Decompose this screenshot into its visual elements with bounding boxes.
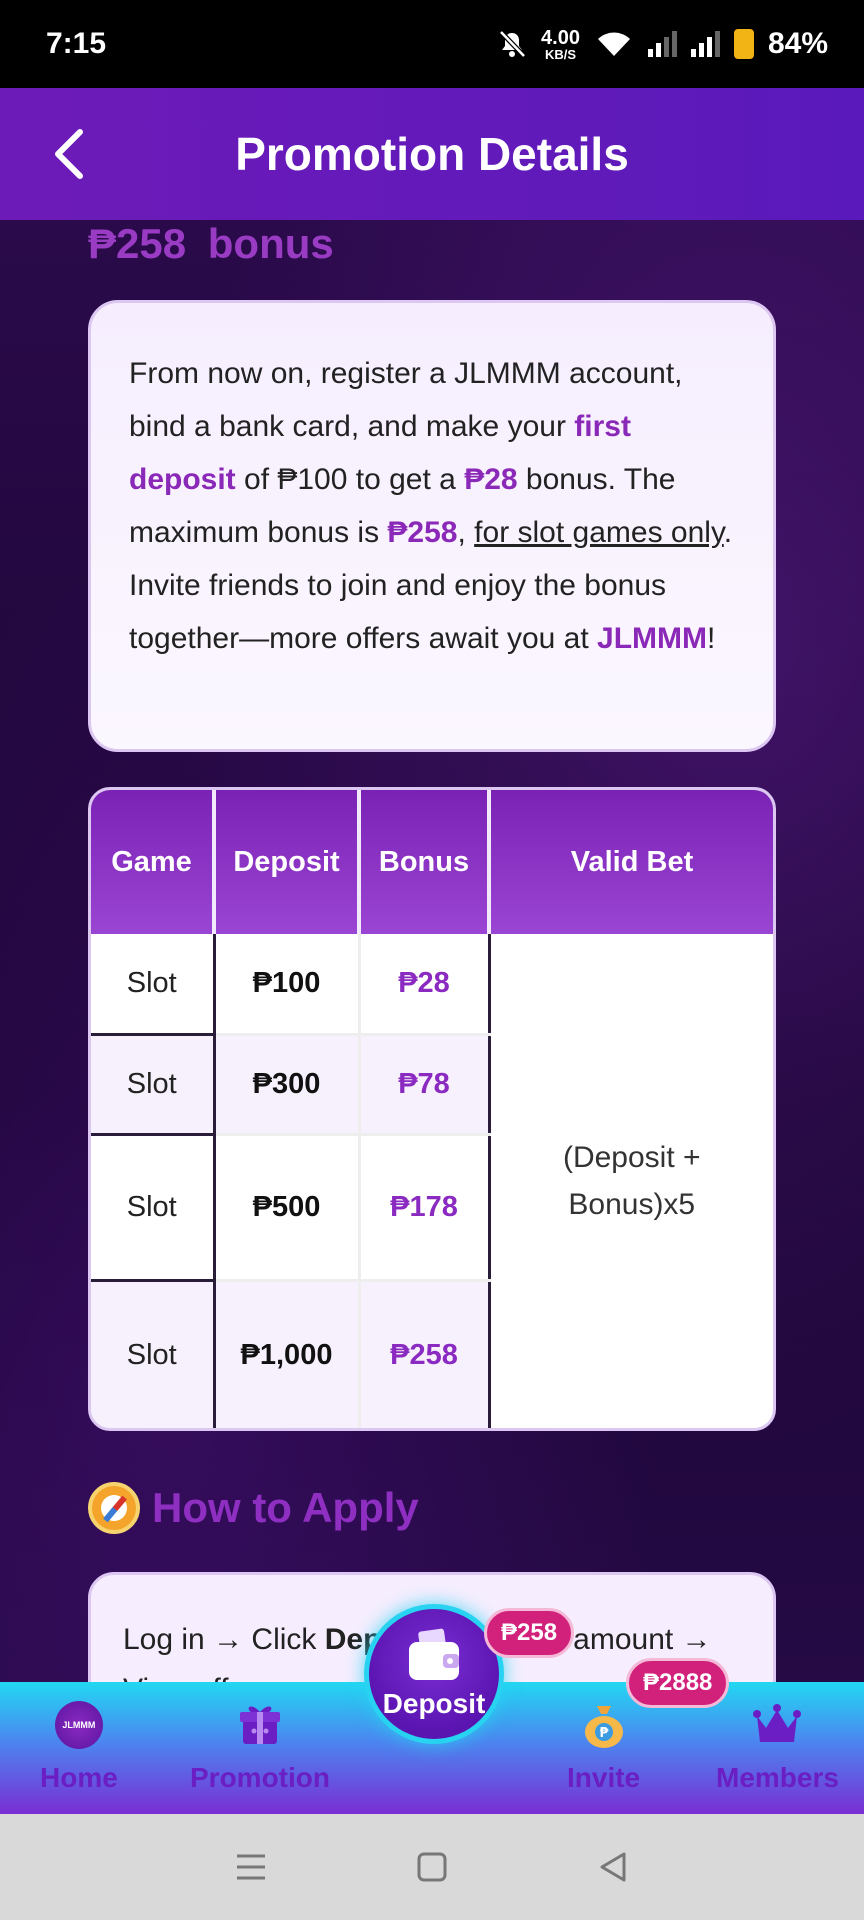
deposit-button[interactable]: Deposit: [364, 1604, 504, 1744]
status-icons: 4.00 KB/S 84%: [497, 27, 828, 61]
chevron-left-icon: [55, 129, 83, 179]
app-header: Promotion Details: [0, 88, 864, 220]
mute-bell-icon: [499, 30, 526, 58]
nav-home-label: Home: [40, 1762, 118, 1793]
system-navigation-bar: [0, 1814, 864, 1920]
deposit-label: Deposit: [382, 1688, 486, 1719]
how-to-apply-heading: How to Apply: [88, 1482, 419, 1534]
deposit-bonus-badge: ₱258: [484, 1608, 575, 1658]
valid-bet-cell: (Deposit + Bonus)x5: [562, 1141, 701, 1221]
column-header-game: Game: [91, 790, 216, 934]
apply-step-text: Log in → Click: [123, 1623, 325, 1656]
desc-text: of ₱100 to get a: [235, 463, 465, 496]
nav-invite-label: Invite: [567, 1762, 641, 1793]
wifi-icon: [597, 32, 630, 56]
bonus-cell: ₱28: [359, 934, 491, 1036]
deposit-cell: ₱100: [214, 934, 361, 1036]
slot-only-note: for slot games only: [474, 516, 724, 549]
column-header-valid-bet: Valid Bet: [489, 790, 773, 934]
bonus-table: Game Deposit Bonus Valid Bet Slot ₱100 ₱…: [88, 787, 776, 1431]
signal-icon: [647, 31, 677, 57]
apply-step-text: View offer: [123, 1673, 255, 1682]
nav-members[interactable]: Members: [716, 1696, 839, 1794]
crown-icon: [753, 1704, 802, 1742]
game-cell: Slot: [91, 1134, 216, 1282]
desc-text: ,: [457, 516, 475, 549]
invite-bonus-badge: ₱2888: [626, 1658, 730, 1708]
recent-apps-button[interactable]: [231, 1847, 271, 1887]
triangle-back-icon: [600, 1852, 626, 1882]
promotion-description-card: From now on, register a JLMMM account, b…: [88, 300, 776, 752]
bonus-cell: ₱78: [359, 1034, 491, 1136]
nav-invite[interactable]: ₱ Invite: [567, 1696, 640, 1794]
back-button[interactable]: [36, 122, 100, 186]
gift-icon: [240, 1706, 280, 1744]
table-row: Slot ₱100 ₱28 (Deposit + Bonus)x5: [91, 934, 773, 1221]
bonus-amount-highlight: ₱28: [464, 463, 518, 496]
net-speed: 4.00 KB/S: [541, 26, 580, 62]
wallet-icon: [409, 1628, 459, 1680]
signal-icon-2: [690, 31, 720, 57]
nav-promotion-label: Promotion: [190, 1762, 330, 1793]
deposit-cell: ₱300: [214, 1034, 361, 1136]
svg-text:₱: ₱: [599, 1726, 609, 1741]
menu-lines-icon: [236, 1854, 265, 1880]
column-header-deposit: Deposit: [214, 790, 361, 934]
battery-icon: [733, 29, 754, 59]
nav-promotion[interactable]: Promotion: [190, 1696, 330, 1794]
max-bonus-highlight: ₱258: [387, 516, 458, 549]
desc-text: !: [707, 622, 716, 655]
compass-icon: [88, 1482, 140, 1534]
deposit-cell: ₱500: [214, 1134, 361, 1282]
bonus-title: ₱258 bonus: [88, 220, 334, 267]
bonus-cell: ₱258: [359, 1280, 491, 1428]
brand-highlight: JLMMM: [597, 622, 708, 655]
deposit-cell: ₱1,000: [214, 1280, 361, 1428]
home-system-button[interactable]: [412, 1847, 452, 1887]
home-logo-icon: JLMMM: [54, 1701, 103, 1749]
square-icon: [417, 1852, 447, 1882]
back-system-button[interactable]: [593, 1847, 633, 1887]
bonus-cell: ₱178: [359, 1134, 491, 1282]
battery-percent: 84%: [767, 27, 828, 60]
game-cell: Slot: [91, 1034, 216, 1136]
nav-members-label: Members: [716, 1762, 839, 1793]
game-cell: Slot: [91, 1280, 216, 1428]
column-header-bonus: Bonus: [359, 790, 491, 934]
game-cell: Slot: [91, 934, 216, 1036]
money-bag-icon: ₱: [584, 1706, 623, 1748]
page-title: Promotion Details: [235, 128, 629, 180]
promotion-content[interactable]: ₱258 bonus From now on, register a JLMMM…: [0, 220, 864, 1682]
how-to-apply-title: How to Apply: [152, 1484, 419, 1531]
status-bar: 7:15 4.00 KB/S 84%: [0, 0, 864, 88]
status-time: 7:15: [46, 27, 107, 60]
nav-home[interactable]: JLMMM Home: [40, 1696, 118, 1794]
